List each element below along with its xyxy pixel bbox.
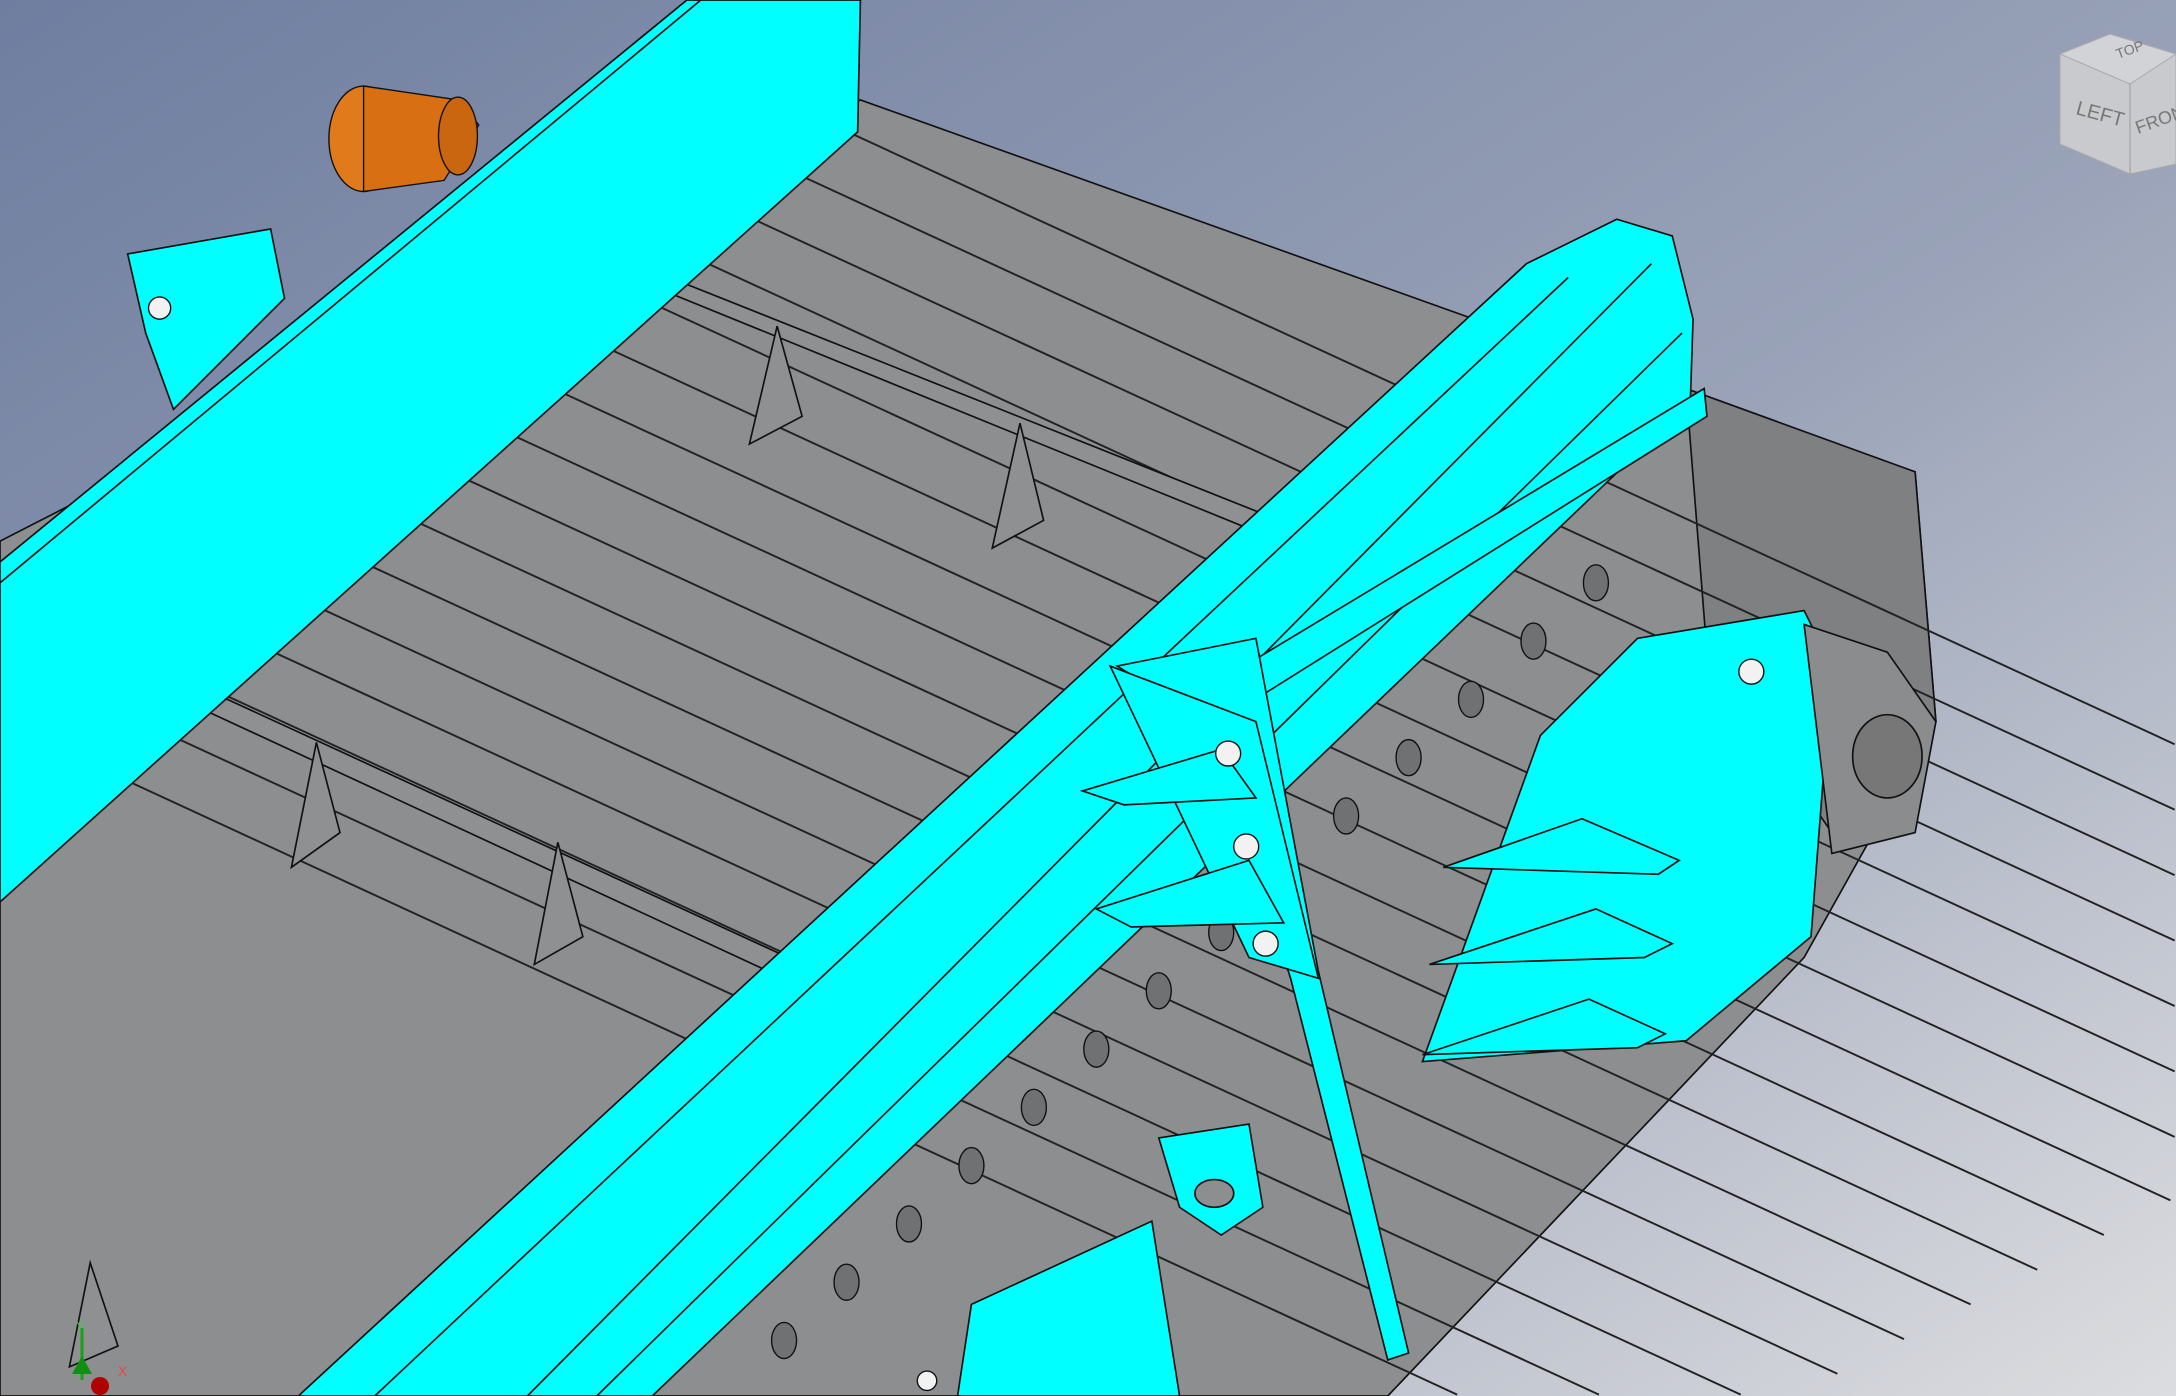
chain-roller (1020, 1088, 1048, 1127)
chain-roller (1582, 564, 1610, 602)
chain-roller (1083, 1030, 1110, 1068)
chain-roller (833, 1263, 860, 1301)
chain-roller (1145, 972, 1172, 1010)
axis-x-label: X (118, 1363, 128, 1379)
chain-roller (958, 1146, 985, 1185)
chain-roller (1457, 680, 1485, 719)
3d-model-viewport[interactable] (0, 0, 2176, 1396)
view-cube[interactable]: TOP LEFT FRONT (2040, 14, 2176, 174)
axis-y-label: Y (76, 1320, 84, 1333)
chain-roller (770, 1321, 798, 1360)
axis-triad: Y X (72, 1320, 128, 1395)
chain-roller (1395, 738, 1422, 777)
chain-roller (1520, 622, 1547, 660)
chain-roller (1332, 797, 1360, 835)
chain-roller (895, 1205, 923, 1243)
